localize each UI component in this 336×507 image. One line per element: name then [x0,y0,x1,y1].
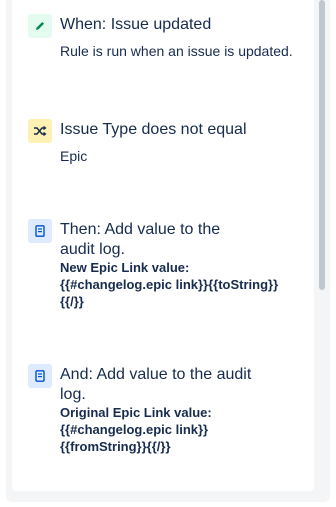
step-title-line1: Then: Add value to the [60,221,221,238]
scrollbar[interactable] [318,0,326,494]
step-title: Issue Type does not equal [60,121,247,138]
rule-steps-list: When: Issue updated Rule is run when an … [12,0,314,491]
pencil-icon [28,14,52,38]
step-condition[interactable]: Issue Type does not equal Epic [12,119,312,169]
step-detail-line3: {{/}} [60,294,84,309]
step-title-line1: And: Add value to the audit [60,366,252,383]
step-title-line2: log. [60,386,86,403]
scrollbar-thumb[interactable] [319,0,325,290]
step-detail-line2: {{#changelog.epic link}}{{toString}} [60,277,279,292]
step-detail-line1: New Epic Link value: [60,260,190,275]
step-action-log-new[interactable]: Then: Add value to the audit log. New Ep… [12,219,312,314]
step-title: When: Issue updated [60,16,212,33]
step-description: Rule is run when an issue is updated. [60,43,293,59]
shuffle-icon [28,119,52,143]
step-trigger[interactable]: When: Issue updated Rule is run when an … [12,14,312,74]
rule-panel: When: Issue updated Rule is run when an … [6,0,330,502]
step-detail-line2: {{#changelog.epic link}} [60,422,209,437]
step-description: Epic [60,148,88,164]
step-detail-line1: Original Epic Link value: [60,405,212,420]
document-icon [28,364,52,388]
step-detail-line3: {{fromString}}{{/}} [60,439,171,454]
step-title-line2: audit log. [60,241,125,258]
step-action-log-original[interactable]: And: Add value to the audit log. Origina… [12,364,312,459]
document-icon [28,219,52,243]
